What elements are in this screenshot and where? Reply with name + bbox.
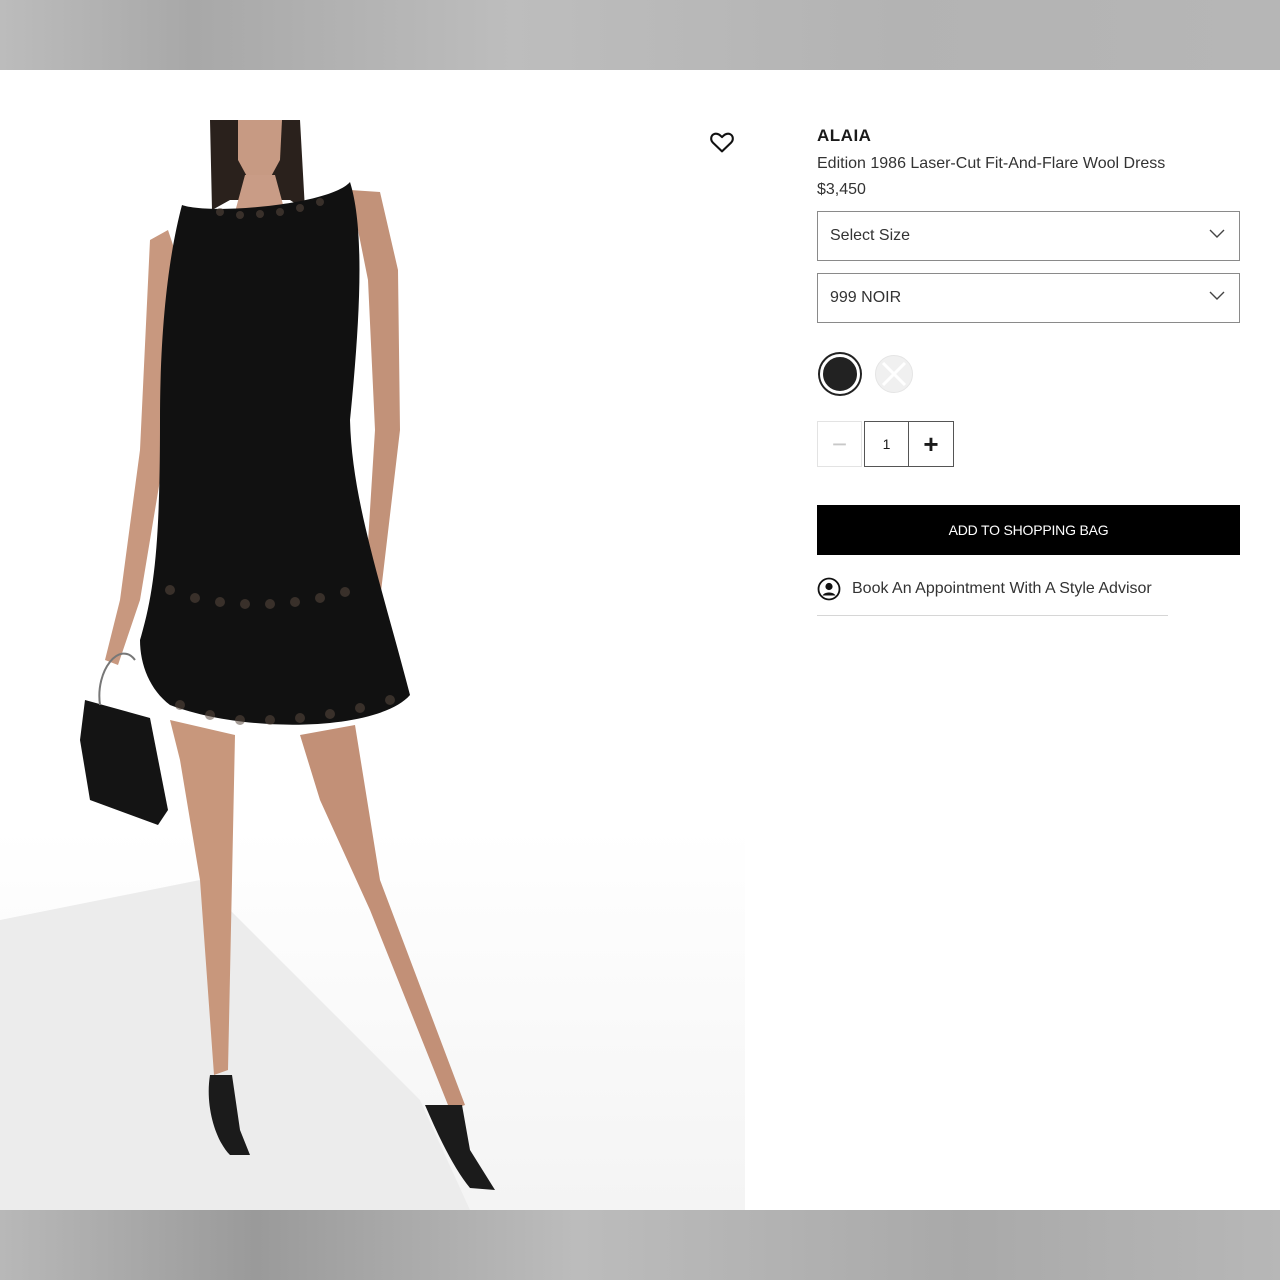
- quantity-decrease-button[interactable]: −: [817, 421, 862, 467]
- product-name: Edition 1986 Laser-Cut Fit-And-Flare Woo…: [817, 155, 1166, 172]
- size-select[interactable]: Select Size: [817, 211, 1240, 261]
- color-select-label: 999 NOIR: [830, 289, 902, 306]
- chevron-down-icon: [1209, 229, 1225, 238]
- book-appointment-link[interactable]: Book An Appointment With A Style Advisor: [817, 577, 1168, 616]
- unavailable-cross-icon: [881, 361, 907, 387]
- swatch-noir[interactable]: [820, 354, 860, 394]
- swatch-ivory-unavailable[interactable]: [875, 355, 913, 393]
- user-circle-icon: [817, 577, 841, 601]
- top-border-band: [0, 0, 1280, 70]
- chevron-down-icon: [1209, 291, 1225, 300]
- color-swatches: [817, 350, 1240, 398]
- quantity-value[interactable]: 1: [864, 421, 909, 467]
- product-page: ALAIA Edition 1986 Laser-Cut Fit-And-Fla…: [0, 70, 1280, 1210]
- bottom-border-band: [0, 1210, 1280, 1280]
- quantity-increase-button[interactable]: +: [909, 421, 954, 467]
- product-price: $3,450: [817, 181, 866, 198]
- size-select-label: Select Size: [830, 227, 911, 244]
- quantity-stepper: − 1 +: [817, 421, 1240, 469]
- wishlist-heart-icon[interactable]: [708, 128, 736, 156]
- brand-name: ALAIA: [817, 126, 872, 145]
- product-info-panel: ALAIA Edition 1986 Laser-Cut Fit-And-Fla…: [817, 126, 1240, 616]
- add-to-shopping-bag-button[interactable]: ADD TO SHOPPING BAG: [817, 505, 1240, 555]
- book-appointment-label: Book An Appointment With A Style Advisor: [852, 580, 1152, 597]
- color-select[interactable]: 999 NOIR: [817, 273, 1240, 323]
- product-photo: [0, 120, 745, 1210]
